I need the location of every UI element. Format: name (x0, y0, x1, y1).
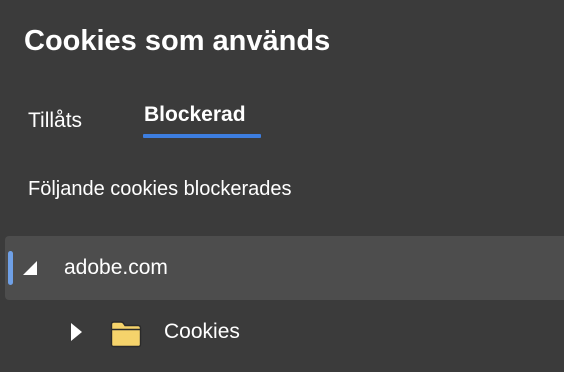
cookie-tree: adobe.com Cookies (5, 236, 564, 364)
active-tab-indicator (143, 134, 261, 138)
tree-row-adobe-com[interactable]: adobe.com (5, 236, 564, 300)
folder-icon (109, 320, 143, 348)
tab-allowed[interactable]: Tillåts (28, 106, 82, 136)
tab-bar: Tillåts Blockerad (28, 100, 428, 142)
triangle-collapsed-icon[interactable] (71, 323, 82, 341)
tree-row-cookies[interactable]: Cookies (5, 300, 564, 364)
tree-row-label: adobe.com (64, 256, 168, 279)
tab-blocked[interactable]: Blockerad (144, 100, 246, 130)
dialog-title: Cookies som används (24, 25, 331, 57)
tree-row-label: Cookies (164, 320, 240, 343)
blocked-cookies-caption: Följande cookies blockerades (28, 178, 292, 200)
triangle-expanded-icon[interactable] (23, 261, 37, 275)
selection-marker (8, 251, 13, 285)
